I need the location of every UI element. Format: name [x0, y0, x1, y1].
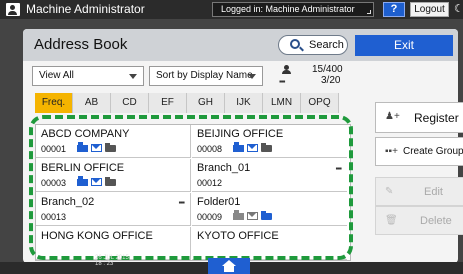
- destination-icons: [77, 142, 119, 154]
- tab-0[interactable]: Freq.: [35, 93, 73, 113]
- home-button[interactable]: [208, 258, 250, 274]
- expand-corner-icon: [367, 10, 371, 14]
- exit-button[interactable]: Exit: [355, 35, 453, 56]
- screen: Machine Administrator Logged in: Machine…: [0, 0, 463, 274]
- entry-name: Branch_02: [41, 196, 95, 208]
- edit-label: Edit: [424, 186, 443, 198]
- list-item[interactable]: BERLIN OFFICE 00003: [36, 159, 191, 192]
- list-item[interactable]: ABCD COMPANY 00001: [36, 125, 191, 158]
- entry-number: 00013: [41, 212, 67, 222]
- datetime: 26 JUL 2015 18 : 23: [95, 255, 129, 267]
- tab-7[interactable]: OPQ: [301, 93, 339, 113]
- entry-name: Branch_01: [197, 162, 251, 174]
- delete-button[interactable]: 🗑 Delete: [375, 206, 463, 235]
- entry-number: 00008: [197, 144, 223, 154]
- folder-icon: [261, 143, 272, 152]
- mail-icon: [247, 144, 258, 152]
- add-user-icon: ♟+: [385, 111, 400, 122]
- mail-icon: [247, 212, 258, 220]
- address-list: ABCD COMPANY 00001 BEIJING OFFICE 00008 BERL…: [35, 124, 351, 261]
- sort-select[interactable]: Sort by Display Name: [149, 66, 263, 86]
- list-item[interactable]: Branch_02 00013 ▪▪▪: [36, 193, 191, 226]
- create-group-label: Create Group: [403, 146, 463, 157]
- help-button[interactable]: ?: [383, 2, 405, 17]
- entry-name: Folder01: [197, 196, 241, 208]
- address-book-dialog: Address Book Search Exit View All Sort b…: [23, 29, 463, 263]
- entry-name: ABCD COMPANY: [41, 128, 130, 140]
- list-item[interactable]: Branch_01 00012 ▪▪▪: [192, 159, 347, 192]
- user-icon: [6, 3, 20, 16]
- pencil-icon: ✎: [385, 186, 394, 197]
- add-group-icon: ▪▪+: [385, 146, 398, 157]
- tab-5[interactable]: IJK: [225, 93, 263, 113]
- page-title: Address Book: [34, 36, 128, 53]
- folder-icon: [105, 177, 116, 186]
- fax-icon: [77, 142, 88, 152]
- view-select-value: View All: [39, 70, 74, 81]
- fax-icon: [233, 210, 244, 220]
- logout-button[interactable]: Logout: [410, 2, 449, 17]
- entry-number: 00012: [197, 178, 223, 188]
- search-button[interactable]: Search: [278, 35, 348, 55]
- entry-number: 00003: [41, 178, 67, 188]
- entry-name: KYOTO OFFICE: [197, 230, 279, 242]
- chevron-down-icon: [248, 74, 256, 79]
- search-label: Search: [309, 39, 344, 51]
- entry-name: BERLIN OFFICE: [41, 162, 125, 174]
- create-group-button[interactable]: ▪▪+ Create Group ...: [375, 137, 463, 166]
- admin-title: Machine Administrator: [26, 2, 145, 16]
- list-item[interactable]: BEIJING OFFICE 00008: [192, 125, 347, 158]
- destination-icons: [233, 142, 275, 154]
- tab-1[interactable]: AB: [73, 93, 111, 113]
- entry-count: 15/400: [312, 64, 343, 75]
- mail-icon: [91, 178, 102, 186]
- entry-name: HONG KONG OFFICE: [41, 230, 153, 242]
- chevron-down-icon: [129, 74, 137, 79]
- view-select[interactable]: View All: [32, 66, 144, 86]
- index-tabs: Freq. AB CD EF GH IJK LMN OPQ: [35, 93, 339, 113]
- register-label: Register: [414, 111, 459, 125]
- search-icon: [290, 39, 300, 49]
- tab-2[interactable]: CD: [111, 93, 149, 113]
- entry-name: BEIJING OFFICE: [197, 128, 284, 140]
- folder-icon: [261, 211, 272, 220]
- mail-icon: [91, 144, 102, 152]
- destination-icons: [77, 176, 119, 188]
- tab-6[interactable]: LMN: [263, 93, 301, 113]
- login-status[interactable]: Logged in: Machine Administrator: [212, 2, 374, 17]
- entry-number: 00009: [197, 212, 223, 222]
- fax-icon: [233, 142, 244, 152]
- destination-icons: [233, 210, 275, 222]
- fax-icon: [77, 176, 88, 186]
- edit-button[interactable]: ✎ Edit ...: [375, 177, 463, 206]
- entry-number: 00001: [41, 144, 67, 154]
- sort-select-value: Sort by Display Name: [156, 70, 253, 81]
- group-icon: ▪▪▪: [279, 65, 295, 87]
- folder-icon: [105, 143, 116, 152]
- page-count: 3/20: [321, 75, 341, 86]
- delete-label: Delete: [420, 215, 452, 227]
- moon-icon[interactable]: ☾: [454, 3, 463, 16]
- group-icon: ▪▪▪: [178, 198, 184, 207]
- tab-3[interactable]: EF: [149, 93, 187, 113]
- dialog-header: Address Book Search Exit: [23, 29, 458, 61]
- time-text: 18 : 23: [95, 261, 114, 267]
- tab-4[interactable]: GH: [187, 93, 225, 113]
- group-icon: ▪▪▪: [335, 164, 341, 173]
- trash-icon: 🗑: [385, 215, 398, 226]
- register-button[interactable]: ♟+ Register ...: [375, 102, 463, 133]
- list-item[interactable]: Folder01 00009: [192, 193, 347, 226]
- list-item[interactable]: KYOTO OFFICE: [192, 227, 347, 260]
- top-bar: Machine Administrator Logged in: Machine…: [0, 0, 463, 19]
- login-status-text: Logged in: Machine Administrator: [221, 4, 355, 14]
